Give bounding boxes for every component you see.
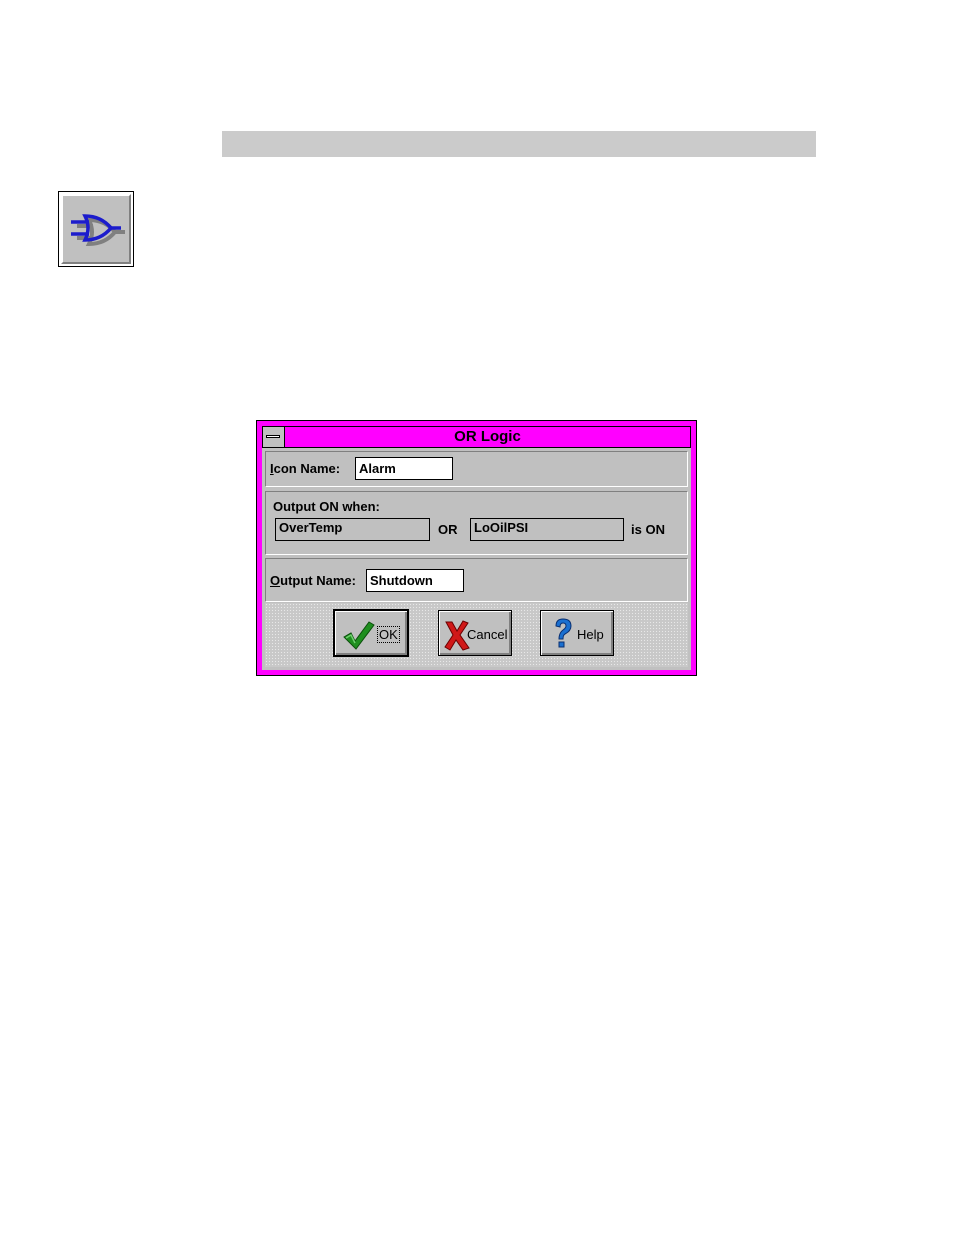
ok-label: OK xyxy=(377,626,400,643)
system-menu-button[interactable] xyxy=(263,427,285,447)
or-logic-dialog: OR Logic Icon Name: Alarm Output ON when… xyxy=(256,420,697,676)
green-check-icon xyxy=(343,621,375,650)
is-on-label: is ON xyxy=(631,522,665,537)
cancel-button[interactable]: Cancel xyxy=(438,610,512,656)
minus-icon xyxy=(266,435,280,438)
dialog-client-area: Icon Name: Alarm Output ON when: OverTem… xyxy=(262,448,691,670)
input-b-field[interactable]: LoOilPSI xyxy=(470,518,624,541)
help-label: Help xyxy=(577,627,604,642)
or-operator-label: OR xyxy=(438,522,458,537)
dialog-title: OR Logic xyxy=(454,428,521,445)
output-name-label: Output Name: xyxy=(270,573,356,588)
condition-heading: Output ON when: xyxy=(273,499,380,514)
output-name-input[interactable]: Shutdown xyxy=(366,569,464,592)
help-button[interactable]: Help xyxy=(540,610,614,656)
condition-panel: Output ON when: OverTemp OR LoOilPSI is … xyxy=(265,491,688,555)
or-gate-icon xyxy=(71,214,125,247)
icon-name-panel: Icon Name: Alarm xyxy=(265,451,688,487)
icon-name-label: Icon Name: xyxy=(270,461,341,476)
icon-name-input[interactable]: Alarm xyxy=(355,457,453,480)
or-gate-tool-button[interactable] xyxy=(58,191,134,267)
gray-header-bar xyxy=(222,131,816,157)
cancel-label: Cancel xyxy=(467,627,508,642)
output-name-panel: Output Name: Shutdown xyxy=(265,558,688,602)
button-bar: OK Cancel Help xyxy=(265,603,688,667)
or-gate-icon-face xyxy=(61,194,131,264)
ok-button[interactable]: OK xyxy=(333,609,409,657)
question-mark-icon xyxy=(555,618,572,648)
input-a-field[interactable]: OverTemp xyxy=(275,518,430,541)
title-bar[interactable]: OR Logic xyxy=(262,426,691,448)
